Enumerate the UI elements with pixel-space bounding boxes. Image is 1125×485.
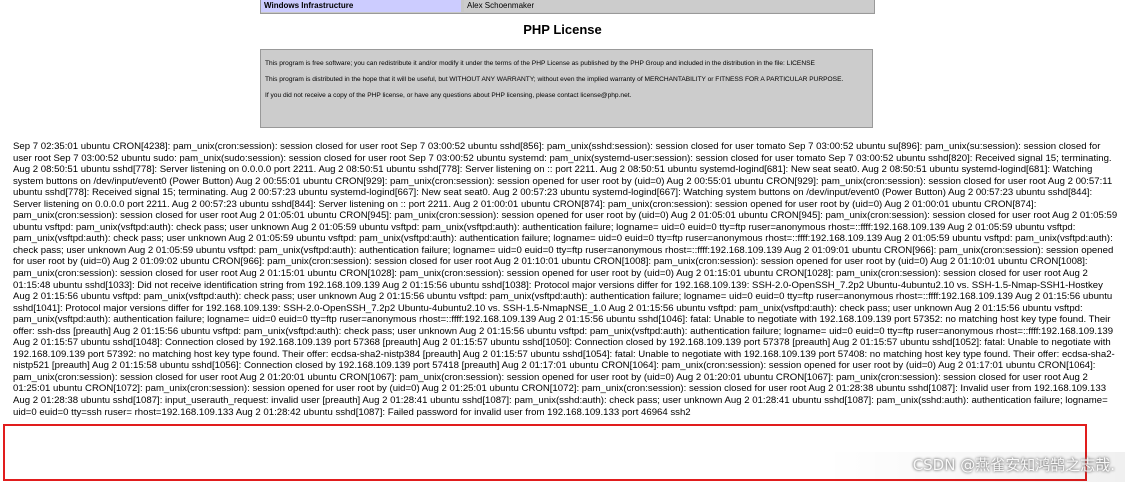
credits-authors-cell: Alex Schoenmaker [464,0,874,12]
license-box: This program is free software; you can r… [260,49,873,128]
credits-module-cell: Windows Infrastructure [261,0,461,12]
included-log-text: Sep 7 02:35:01 ubuntu CRON[4238]: pam_un… [13,141,1118,418]
license-paragraph: This program is distributed in the hope … [265,76,844,84]
credits-table-row: Windows Infrastructure Alex Schoenmaker [260,0,875,14]
license-paragraph: If you did not receive a copy of the PHP… [265,92,632,100]
license-heading: PHP License [523,22,602,37]
license-paragraph: This program is free software; you can r… [265,60,815,67]
csdn-watermark: CSDN @燕雀安知鸿鹄之志哉. [912,456,1115,474]
